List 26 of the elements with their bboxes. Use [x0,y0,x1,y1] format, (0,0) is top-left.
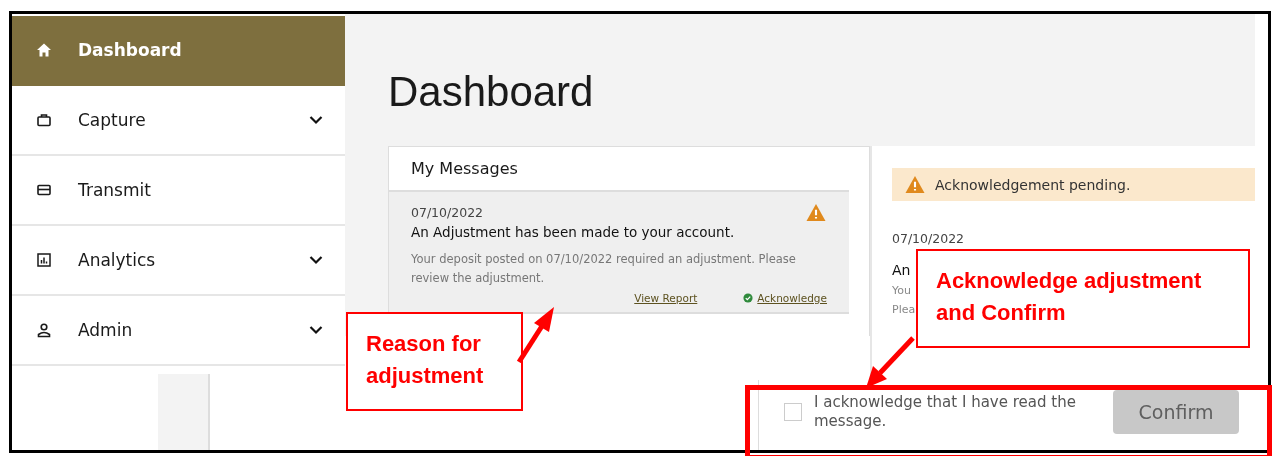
acknowledge-link[interactable]: Acknowledge [757,292,827,304]
message-body-line: Plea [892,303,916,316]
page-title: Dashboard [388,68,595,116]
checkbox-label: I acknowledge that I have read the message. [814,393,1077,431]
sidebar-item[interactable]: Dashboard [12,16,345,86]
view-report-link[interactable]: View Report [634,292,698,304]
alert-text: Acknowledgement pending. [935,176,1131,193]
message-body-line: You [892,284,911,297]
warning-icon [904,175,926,194]
home-icon [36,42,52,58]
message-body: Your deposit posted on 07/10/2022 required an adjustment. Please review the adjustment. [411,251,797,287]
arrow [866,336,915,388]
checkbox[interactable] [784,403,802,421]
callout-box: Reason for adjustment [346,312,523,411]
message-date: 07/10/2022 [892,231,965,246]
check-circle-icon [743,293,754,303]
person-icon [36,322,52,338]
card-icon [36,182,52,198]
briefcase-icon [36,112,52,128]
message-title: An [892,262,911,278]
message-date: 07/10/2022 [411,205,484,220]
arrow [516,307,554,364]
message-item[interactable]: 07/10/2022 An Adjustment has been made to your account. Your deposit posted on 07/10/2022 required an adjustment. Please review the adjustment. View Report Acknowledge [389,192,849,314]
callout-box: Acknowledge adjustment and Confirm [916,249,1250,348]
message-title: An Adjustment has been made to your account. [411,224,736,240]
chart-icon [36,252,52,268]
